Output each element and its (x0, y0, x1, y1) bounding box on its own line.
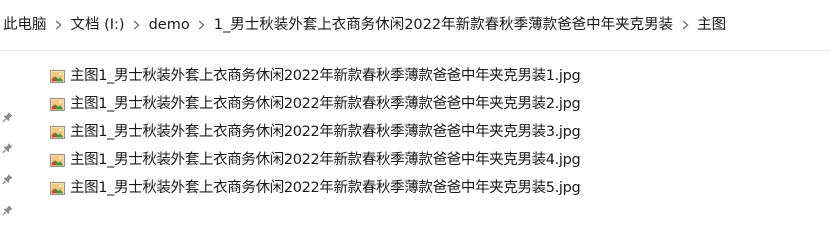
chevron-right-icon[interactable] (674, 15, 696, 35)
jpg-image-file-icon (50, 153, 65, 167)
chevron-right-icon[interactable] (191, 15, 213, 35)
pin-icon[interactable] (2, 201, 14, 216)
file-name: 主图1_男士秋装外套上衣商务休闲2022年新款春秋季薄款爸爸中年夹克男装1.jp… (70, 68, 581, 84)
breadcrumb-main-images[interactable]: 主图 (696, 15, 727, 35)
breadcrumb-this-pc[interactable]: 此电脑 (2, 15, 48, 35)
pin-icon[interactable] (2, 108, 14, 123)
pin-icon[interactable] (2, 170, 14, 185)
jpg-image-file-icon (50, 69, 65, 83)
file-item[interactable]: 主图1_男士秋装外套上衣商务休闲2022年新款春秋季薄款爸爸中年夹克男装4.jp… (50, 146, 581, 174)
file-name: 主图1_男士秋装外套上衣商务休闲2022年新款春秋季薄款爸爸中年夹克男装4.jp… (70, 152, 581, 168)
jpg-image-file-icon (50, 125, 65, 139)
file-item[interactable]: 主图1_男士秋装外套上衣商务休闲2022年新款春秋季薄款爸爸中年夹克男装1.jp… (50, 62, 581, 90)
file-name: 主图1_男士秋装外套上衣商务休闲2022年新款春秋季薄款爸爸中年夹克男装3.jp… (70, 124, 581, 140)
jpg-image-file-icon (50, 97, 65, 111)
breadcrumb-demo[interactable]: demo (148, 15, 191, 35)
jpg-image-file-icon (50, 181, 65, 195)
address-breadcrumb: 此电脑 文档 (I:) demo 1_男士秋装外套上衣商务休闲2022年新款春秋… (0, 0, 830, 50)
file-name: 主图1_男士秋装外套上衣商务休闲2022年新款春秋季薄款爸爸中年夹克男装5.jp… (70, 180, 581, 196)
address-bar-divider (0, 50, 830, 51)
file-item[interactable]: 主图1_男士秋装外套上衣商务休闲2022年新款春秋季薄款爸爸中年夹克男装5.jp… (50, 174, 581, 202)
breadcrumb-documents-drive[interactable]: 文档 (I:) (70, 15, 126, 35)
file-item[interactable]: 主图1_男士秋装外套上衣商务休闲2022年新款春秋季薄款爸爸中年夹克男装3.jp… (50, 118, 581, 146)
chevron-right-icon[interactable] (126, 15, 148, 35)
file-item[interactable]: 主图1_男士秋装外套上衣商务休闲2022年新款春秋季薄款爸爸中年夹克男装2.jp… (50, 90, 581, 118)
breadcrumb-product-folder[interactable]: 1_男士秋装外套上衣商务休闲2022年新款春秋季薄款爸爸中年夹克男装 (213, 15, 674, 35)
file-name: 主图1_男士秋装外套上衣商务休闲2022年新款春秋季薄款爸爸中年夹克男装2.jp… (70, 96, 581, 112)
pin-icon[interactable] (2, 139, 14, 154)
file-list: 主图1_男士秋装外套上衣商务休闲2022年新款春秋季薄款爸爸中年夹克男装1.jp… (50, 62, 581, 202)
chevron-right-icon[interactable] (48, 15, 70, 35)
